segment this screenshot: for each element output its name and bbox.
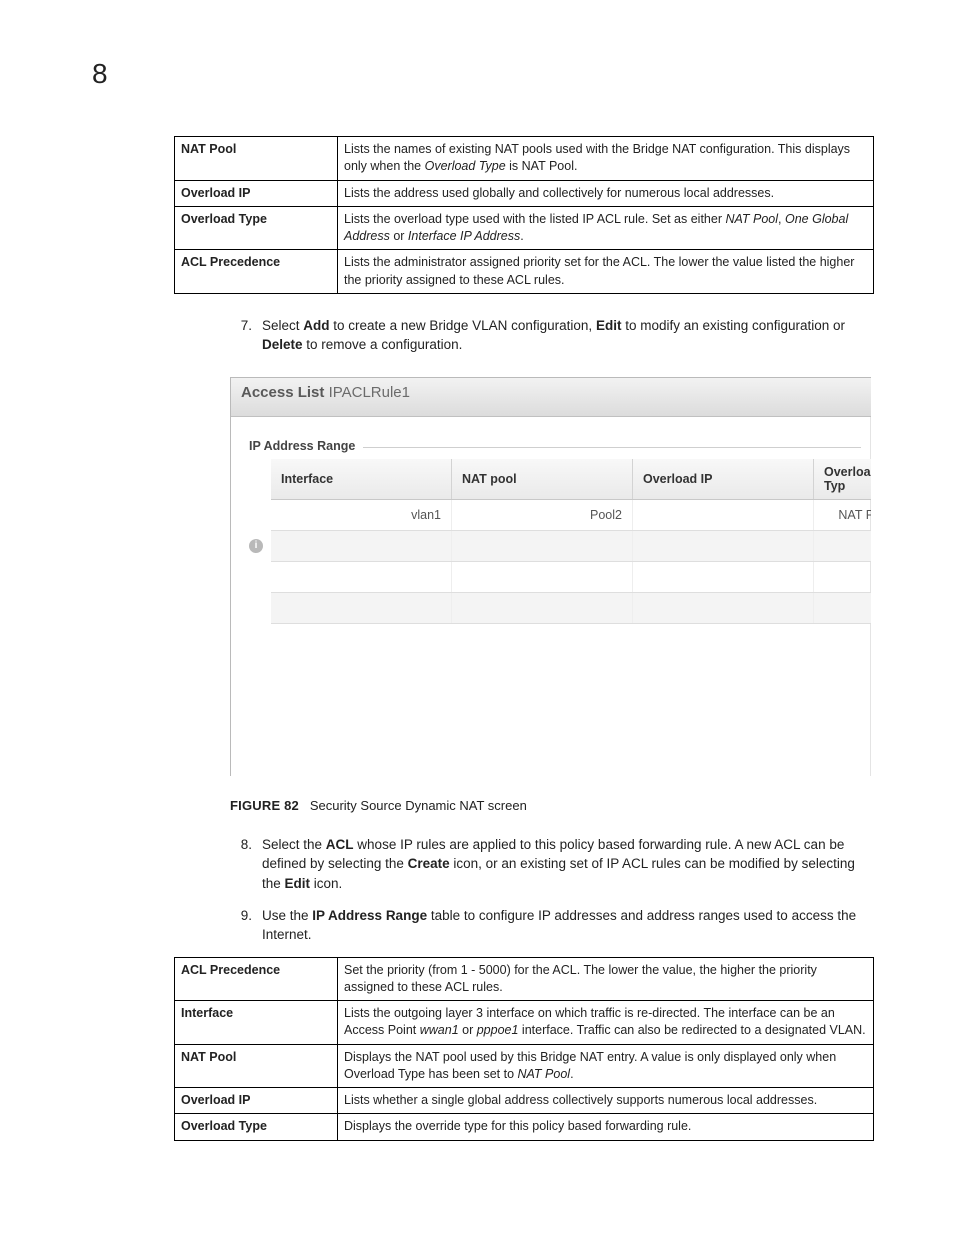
row-label: NAT Pool [175,1044,338,1088]
step-text: Select Add to create a new Bridge VLAN c… [262,316,874,355]
ui-title-label: Access List [241,384,324,401]
table-row: Overload Type Lists the overload type us… [175,206,874,250]
row-text: Lists the overload type used with the li… [338,206,874,250]
step-text: Use the IP Address Range table to config… [262,906,874,945]
table-row: ACL Precedence Set the priority (from 1 … [175,957,874,1001]
cell-nat-pool: Pool2 [452,499,633,530]
ui-titlebar: Access List IPACLRule1 [231,378,871,417]
row-text: Lists whether a single global address co… [338,1088,874,1114]
row-label: Overload Type [175,1114,338,1140]
table-row: ACL Precedence Lists the administrator a… [175,250,874,294]
figure-label: FIGURE 82 [230,798,299,813]
step-number: 8. [226,835,262,894]
row-text: Lists the names of existing NAT pools us… [338,137,874,181]
info-icon[interactable]: i [249,539,263,553]
row-text: Lists the address used globally and coll… [338,180,874,206]
embedded-ui-screenshot: Access List IPACLRule1 IP Address Range … [230,377,871,776]
table-row: Overload Type Displays the override type… [175,1114,874,1140]
step-number: 7. [226,316,262,355]
cell-overload-ip [633,499,814,530]
ip-address-range-grid[interactable]: Interface NAT pool Overload IP Overload … [271,459,871,624]
table-row: Overload IP Lists the address used globa… [175,180,874,206]
row-label: ACL Precedence [175,957,338,1001]
row-text: Lists the outgoing layer 3 interface on … [338,1001,874,1045]
row-label: ACL Precedence [175,250,338,294]
chapter-number: 8 [92,58,108,90]
figure-text: Security Source Dynamic NAT screen [310,798,527,813]
spec-table-1: NAT Pool Lists the names of existing NAT… [174,136,874,294]
row-text: Lists the administrator assigned priorit… [338,250,874,294]
step-8: 8. Select the ACL whose IP rules are app… [226,835,874,894]
row-label: NAT Pool [175,137,338,181]
cell-interface: vlan1 [271,499,452,530]
table-row: NAT Pool Displays the NAT pool used by t… [175,1044,874,1088]
grid-row[interactable]: vlan1 Pool2 NAT Po [271,499,871,530]
col-interface[interactable]: Interface [271,459,452,500]
table-row: Overload IP Lists whether a single globa… [175,1088,874,1114]
row-label: Overload IP [175,1088,338,1114]
step-number: 9. [226,906,262,945]
step-9: 9. Use the IP Address Range table to con… [226,906,874,945]
step-7: 7. Select Add to create a new Bridge VLA… [226,316,874,355]
col-overload-type[interactable]: Overload Typ [814,459,872,500]
spec-table-2: ACL Precedence Set the priority (from 1 … [174,957,874,1141]
table-row: Interface Lists the outgoing layer 3 int… [175,1001,874,1045]
grid-row[interactable] [271,561,871,592]
row-text: Displays the override type for this poli… [338,1114,874,1140]
row-label: Overload Type [175,206,338,250]
figure-caption: FIGURE 82 Security Source Dynamic NAT sc… [230,798,874,813]
row-text: Displays the NAT pool used by this Bridg… [338,1044,874,1088]
col-overload-ip[interactable]: Overload IP [633,459,814,500]
row-label: Interface [175,1001,338,1045]
grid-row[interactable] [271,592,871,623]
cell-overload-type: NAT Po [814,499,872,530]
row-text: Set the priority (from 1 - 5000) for the… [338,957,874,1001]
ui-section-label: IP Address Range [231,417,871,459]
step-text: Select the ACL whose IP rules are applie… [262,835,874,894]
ui-title-value: IPACLRule1 [329,384,410,401]
row-label: Overload IP [175,180,338,206]
col-nat-pool[interactable]: NAT pool [452,459,633,500]
grid-row[interactable] [271,530,871,561]
table-row: NAT Pool Lists the names of existing NAT… [175,137,874,181]
